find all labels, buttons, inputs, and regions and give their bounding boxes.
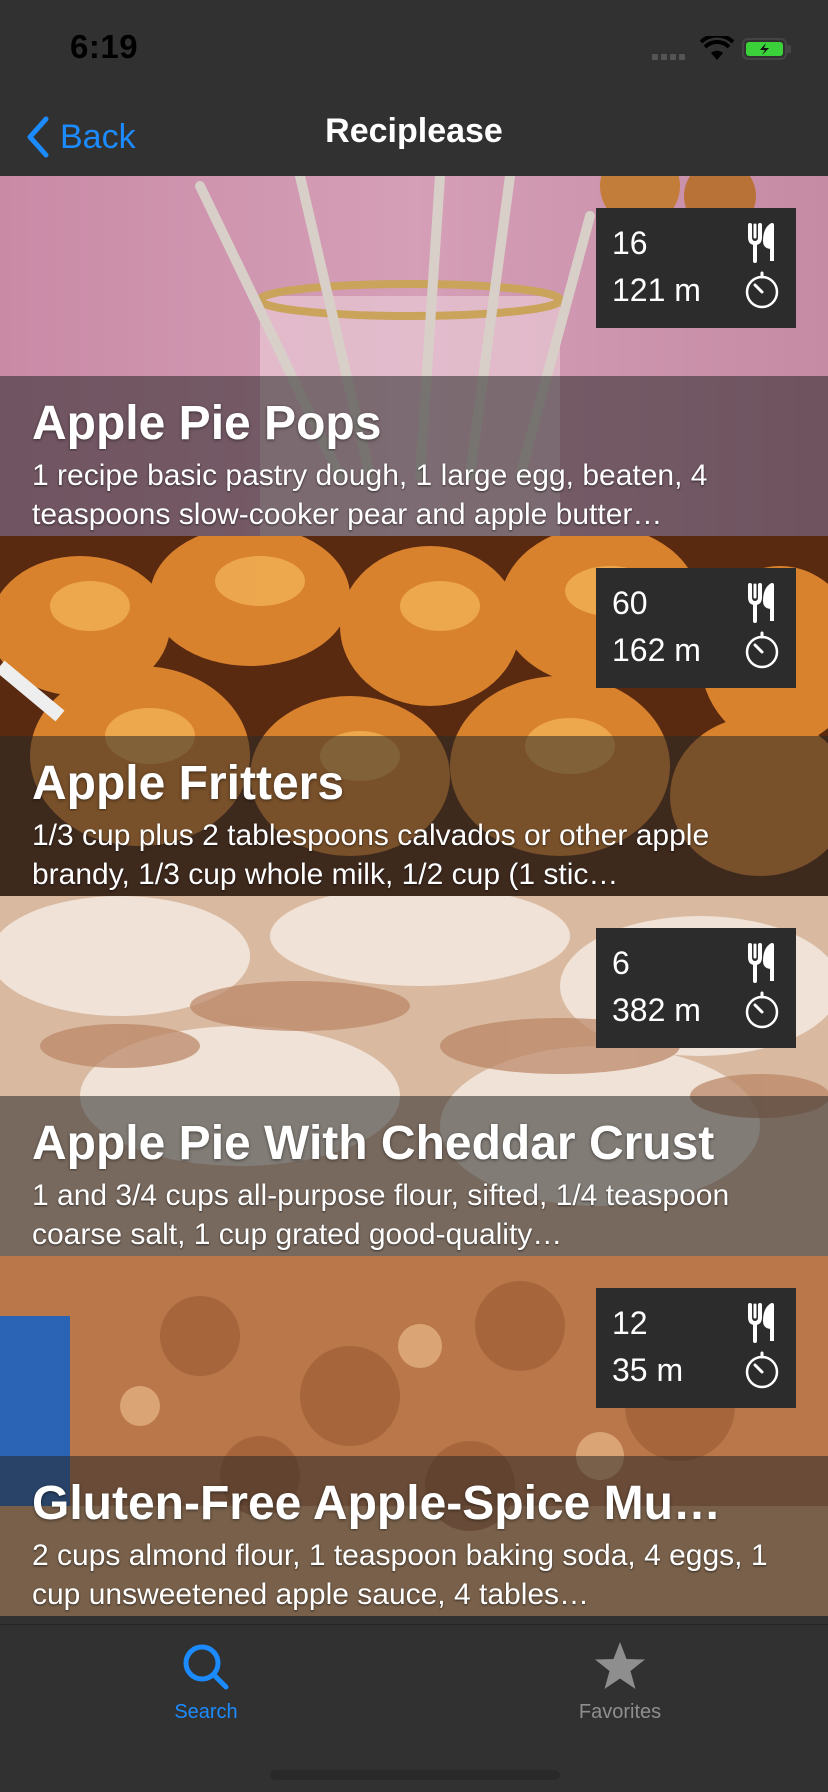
time-value: 121 m — [612, 271, 701, 308]
time-row: 35 m — [612, 1347, 780, 1393]
cellular-signal-icon — [652, 48, 690, 60]
recipe-info-box: 12 35 m — [596, 1288, 796, 1408]
tab-favorites[interactable]: Favorites — [520, 1639, 720, 1739]
timer-icon — [745, 631, 779, 669]
recipe-info-box: 16 121 m — [596, 208, 796, 328]
page-title: Reciplease — [325, 112, 503, 150]
recipe-ingredients: 1 recipe basic pastry dough, 1 large egg… — [32, 459, 708, 531]
tab-label: Favorites — [578, 1701, 662, 1723]
yield-row: 12 — [612, 1300, 780, 1346]
star-icon — [595, 1642, 645, 1689]
recipe-title: Apple Pie Pops — [32, 397, 382, 450]
recipe-list[interactable]: 16 121 m Apple Pie Pops 1 recipe basic p… — [0, 176, 828, 1624]
recipe-ingredients: 2 cups almond flour, 1 teaspoon baking s… — [32, 1539, 768, 1611]
timer-icon — [745, 271, 779, 309]
fork-knife-icon — [748, 943, 774, 983]
recipe-title: Gluten-Free Apple-Spice Mu… — [32, 1477, 721, 1530]
search-icon — [183, 1644, 229, 1690]
recipe-info-box: 6 382 m — [596, 928, 796, 1048]
recipe-ingredients: 1 and 3/4 cups all-purpose flour, sifted… — [32, 1179, 730, 1251]
recipe-caption: Apple Pie Pops 1 recipe basic pastry dou… — [0, 376, 828, 536]
fork-knife-icon — [748, 583, 774, 623]
tab-bar: Search Favorites — [0, 1624, 828, 1792]
yield-row: 16 — [612, 220, 780, 266]
recipe-card[interactable]: 60 162 m Apple Fritters 1/3 cup plus 2 t… — [0, 536, 828, 896]
tab-search[interactable]: Search — [106, 1639, 306, 1739]
fork-knife-icon — [748, 223, 774, 263]
yield-value: 60 — [612, 584, 648, 621]
recipe-title: Apple Pie With Cheddar Crust — [32, 1117, 715, 1170]
timer-icon — [745, 1351, 779, 1389]
recipe-caption: Apple Fritters 1/3 cup plus 2 tablespoon… — [0, 736, 828, 896]
recipe-info-box: 60 162 m — [596, 568, 796, 688]
fork-knife-icon — [748, 1303, 774, 1343]
wifi-icon — [700, 36, 734, 60]
recipe-card[interactable]: 12 35 m Gluten-Free Apple-Spice Mu… 2 cu… — [0, 1256, 828, 1616]
yield-value: 12 — [612, 1304, 648, 1341]
time-value: 162 m — [612, 631, 701, 668]
time-row: 162 m — [612, 627, 780, 673]
recipe-caption: Apple Pie With Cheddar Crust 1 and 3/4 c… — [0, 1096, 828, 1256]
recipe-card[interactable]: 6 382 m Apple Pie With Cheddar Crust 1 a… — [0, 896, 828, 1256]
status-time: 6:19 — [70, 28, 139, 65]
yield-value: 6 — [612, 944, 630, 981]
navigation-bar: Back Reciplease — [0, 96, 828, 176]
recipe-ingredients: 1/3 cup plus 2 tablespoons calvados or o… — [32, 819, 710, 891]
timer-icon — [745, 991, 779, 1029]
recipe-title: Apple Fritters — [32, 757, 345, 810]
yield-row: 6 — [612, 940, 780, 986]
yield-row: 60 — [612, 580, 780, 626]
recipe-card[interactable]: 16 121 m Apple Pie Pops 1 recipe basic p… — [0, 176, 828, 536]
recipe-caption: Gluten-Free Apple-Spice Mu… 2 cups almon… — [0, 1456, 828, 1616]
time-value: 382 m — [612, 991, 701, 1028]
status-bar: 6:19 — [0, 0, 828, 96]
battery-icon — [742, 38, 791, 60]
tab-label: Search — [174, 1701, 238, 1723]
time-row: 382 m — [612, 987, 780, 1033]
yield-value: 16 — [612, 224, 648, 261]
time-value: 35 m — [612, 1351, 684, 1388]
time-row: 121 m — [612, 267, 780, 313]
home-indicator — [270, 1770, 560, 1780]
app-screen: 6:19 Back Reciplease 16 121 m Apple Pie … — [0, 0, 828, 1792]
